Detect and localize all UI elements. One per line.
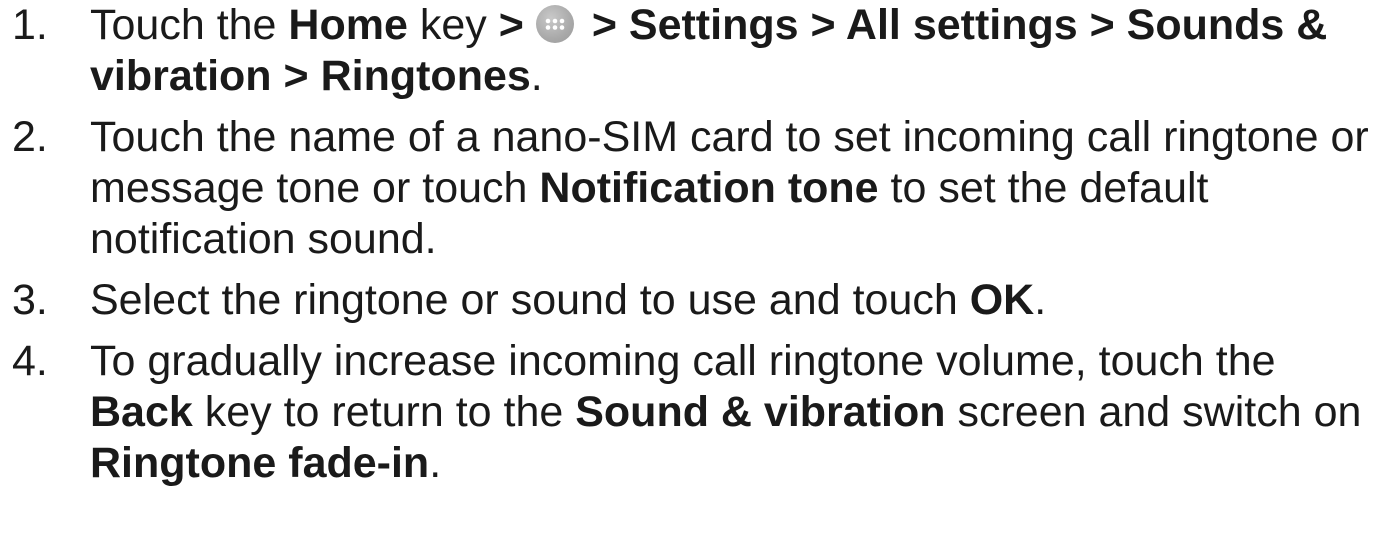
step-text-segment: . (429, 439, 442, 487)
step-text-segment: Touch the (90, 1, 289, 49)
step-text-segment: key to return to the (192, 388, 576, 436)
step-item: 2. Touch the name of a nano-SIM card to … (0, 112, 1375, 265)
step-number: 1. (12, 1, 48, 49)
step-text: Touch the Home key > > Settings > All set… (90, 1, 1327, 100)
back-key-label: Back (90, 388, 193, 436)
step-text: To gradually increase incoming call ring… (90, 337, 1361, 487)
path-separator: > (498, 1, 524, 49)
apps-grid-icon (535, 5, 574, 43)
notification-tone-label: Notification tone (539, 164, 879, 212)
step-item: 4. To gradually increase incoming call r… (0, 336, 1375, 489)
step-text-segment: screen and switch on (945, 388, 1362, 436)
step-text: Touch the name of a nano-SIM card to set… (90, 113, 1369, 263)
step-text-segment: Select the ringtone or sound to use and … (90, 276, 970, 324)
step-text-segment: . (1034, 276, 1047, 324)
step-number: 3. (12, 276, 48, 324)
home-key-label: Home (288, 1, 408, 49)
instruction-steps: 1. Touch the Home key > > Settings > All … (0, 0, 1375, 489)
step-text-segment: . (530, 52, 543, 100)
step-number: 2. (12, 113, 48, 161)
sound-vibration-label: Sound & vibration (575, 388, 946, 436)
ok-label: OK (969, 276, 1035, 324)
step-text-segment: key (407, 1, 499, 49)
step-item: 1. Touch the Home key > > Settings > All … (0, 0, 1375, 102)
step-text-segment: To gradually increase incoming call ring… (90, 337, 1276, 385)
ringtone-fade-in-label: Ringtone fade-in (90, 439, 430, 487)
step-item: 3. Select the ringtone or sound to use a… (0, 275, 1375, 326)
step-text: Select the ringtone or sound to use and … (90, 276, 1046, 324)
step-number: 4. (12, 337, 48, 385)
